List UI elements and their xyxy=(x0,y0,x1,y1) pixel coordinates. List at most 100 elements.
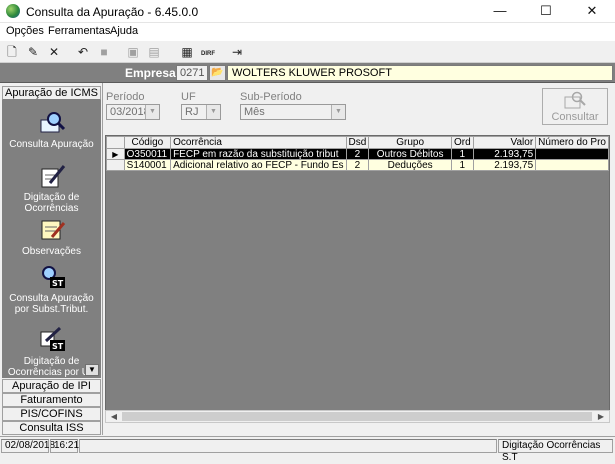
cell-ord[interactable]: 1 xyxy=(450,148,474,160)
cell-dsd[interactable]: 2 xyxy=(345,148,370,160)
sidebar-item-digitacao-ocorrencias[interactable]: Digitação de Ocorrências xyxy=(2,163,101,214)
row-indicator xyxy=(106,159,125,171)
minimize-button[interactable]: — xyxy=(477,0,523,23)
menu-opcoes[interactable]: Opções xyxy=(6,25,44,37)
column-numero-processo[interactable]: Número do Pro xyxy=(535,136,609,149)
status-message xyxy=(79,439,497,453)
magnifier-icon xyxy=(40,112,65,133)
menu-ajuda[interactable]: Ajuda xyxy=(110,25,138,37)
chevron-down-icon: ▼ xyxy=(331,105,345,119)
cell-valor[interactable]: 2.193,75 xyxy=(472,159,537,171)
dirf-icon[interactable]: DIRF xyxy=(199,43,217,61)
cell-ocorrencia[interactable]: Adicional relativo ao FECP - Fundo Es xyxy=(170,159,347,171)
sidebar-section-pis-cofins[interactable]: PIS/COFINS xyxy=(2,407,101,421)
toolbar: 🗋 ✎ ✕ ↶ ■ ▣ ▤ ▦ DIRF ⇥ xyxy=(0,41,615,63)
subperiodo-label: Sub-Período xyxy=(240,91,302,103)
cell-dsd[interactable]: 2 xyxy=(345,159,370,171)
consultar-magnifier-icon xyxy=(564,91,586,109)
cell-codigo[interactable]: O350011 xyxy=(123,148,172,160)
status-module: Digitação Ocorrências S.T xyxy=(498,439,613,463)
empresa-label: Empresa xyxy=(125,66,176,80)
close-button[interactable]: ✕ xyxy=(569,0,615,23)
consultar-label: Consultar xyxy=(551,111,599,123)
empresa-name-field: WOLTERS KLUWER PROSOFT xyxy=(227,65,613,81)
sidebar-item-label: Digitação de Ocorrências por UF xyxy=(7,356,96,378)
sidebar-item-label: Consulta Apuração por Subst.Tribut. xyxy=(9,293,94,315)
uf-select[interactable]: RJ ▼ xyxy=(181,104,221,120)
cell-ord[interactable]: 1 xyxy=(450,159,474,171)
sidebar-section-iss[interactable]: Consulta ISS xyxy=(2,421,101,435)
scroll-left-icon[interactable]: ◀ xyxy=(107,411,121,422)
column-codigo[interactable]: Código xyxy=(123,136,172,149)
st-magnifier-icon: ST xyxy=(41,266,65,288)
status-date: 02/08/2018 xyxy=(1,439,55,453)
chevron-down-icon: ▼ xyxy=(206,105,220,119)
table-row[interactable]: S140001 Adicional relativo ao FECP - Fun… xyxy=(106,159,609,171)
cell-codigo[interactable]: S140001 xyxy=(123,159,172,171)
chevron-down-icon: ▼ xyxy=(145,105,159,119)
st-pen-icon: ST xyxy=(40,327,65,351)
svg-text:ST: ST xyxy=(52,279,64,288)
uf-value: RJ xyxy=(185,106,199,118)
table-header: Código Ocorrência Dsd Grupo Ord Valor Nú… xyxy=(106,136,609,149)
table-row[interactable]: ▶ O350011 FECP em razão da substituição … xyxy=(106,148,609,160)
sidebar: Apuração de ICMS Consulta Apuração Digit… xyxy=(0,83,103,435)
sidebar-item-label: Digitação de Ocorrências xyxy=(23,192,80,214)
sidebar-item-observacoes[interactable]: Observações xyxy=(2,217,101,257)
horizontal-scrollbar[interactable]: ◀ ▶ xyxy=(105,410,610,423)
cell-ocorrencia[interactable]: FECP em razão da substituição tribut xyxy=(170,148,347,160)
export-icon[interactable]: ▤ xyxy=(145,43,163,61)
scroll-thumb[interactable] xyxy=(122,412,592,421)
sidebar-scroll-down-icon[interactable]: ▼ xyxy=(85,364,99,376)
sidebar-item-consulta-apuracao[interactable]: Consulta Apuração xyxy=(2,110,101,150)
status-bar: 02/08/2018 16:21 Digitação Ocorrências S… xyxy=(0,436,615,463)
undo-icon[interactable]: ↶ xyxy=(74,43,92,61)
window-title: Consulta da Apuração - 6.45.0.0 xyxy=(26,5,199,19)
edit-icon[interactable]: ✎ xyxy=(24,43,42,61)
menu-ferramentas[interactable]: Ferramentas xyxy=(48,25,110,37)
sidebar-section-ipi[interactable]: Apuração de IPI xyxy=(2,379,101,393)
cell-grupo[interactable]: Deduções xyxy=(368,159,452,171)
empresa-bar: Empresa 0271 📂 WOLTERS KLUWER PROSOFT xyxy=(0,63,615,83)
empresa-code-field[interactable]: 0271 xyxy=(176,65,208,81)
status-time: 16:21 xyxy=(50,439,79,453)
subperiodo-value: Mês xyxy=(244,106,265,118)
periodo-value: 03/2018 xyxy=(110,106,150,118)
maximize-button[interactable]: ☐ xyxy=(523,0,569,23)
title-bar: Consulta da Apuração - 6.45.0.0 — ☐ ✕ xyxy=(0,0,615,23)
folder-open-icon[interactable]: 📂 xyxy=(209,65,226,81)
results-grid[interactable]: Código Ocorrência Dsd Grupo Ord Valor Nú… xyxy=(105,135,610,423)
print-icon[interactable]: ▣ xyxy=(124,43,142,61)
consultar-button[interactable]: Consultar xyxy=(542,88,608,125)
sidebar-item-consulta-st[interactable]: ST Consulta Apuração por Subst.Tribut. xyxy=(2,264,101,315)
new-icon[interactable]: 🗋 xyxy=(3,43,21,61)
cell-valor[interactable]: 2.193,75 xyxy=(472,148,537,160)
subperiodo-select[interactable]: Mês ▼ xyxy=(240,104,346,120)
sidebar-item-label: Observações xyxy=(22,246,81,257)
cell-numero-processo[interactable] xyxy=(535,148,609,160)
cell-numero-processo[interactable] xyxy=(535,159,609,171)
column-dsd[interactable]: Dsd xyxy=(345,136,370,149)
pen-paper-icon xyxy=(41,165,65,188)
periodo-select[interactable]: 03/2018 ▼ xyxy=(106,104,160,120)
scroll-right-icon[interactable]: ▶ xyxy=(594,411,608,422)
delete-icon[interactable]: ✕ xyxy=(45,43,63,61)
uf-label: UF xyxy=(181,91,196,103)
column-valor[interactable]: Valor xyxy=(472,136,537,149)
header-indicator xyxy=(106,136,125,149)
sidebar-panel: Consulta Apuração Digitação de Ocorrênci… xyxy=(2,100,101,378)
column-ocorrencia[interactable]: Ocorrência xyxy=(170,136,347,149)
app-icon xyxy=(6,4,20,18)
sidebar-item-label: Consulta Apuração xyxy=(9,139,94,150)
svg-text:ST: ST xyxy=(52,342,64,351)
sidebar-section-icms[interactable]: Apuração de ICMS xyxy=(2,86,101,100)
sidebar-section-faturamento[interactable]: Faturamento xyxy=(2,393,101,407)
exit-icon[interactable]: ⇥ xyxy=(228,43,246,61)
report-icon[interactable]: ▦ xyxy=(178,43,196,61)
column-ord[interactable]: Ord xyxy=(450,136,474,149)
notes-icon xyxy=(41,220,65,240)
stop-icon[interactable]: ■ xyxy=(95,43,113,61)
cell-grupo[interactable]: Outros Débitos xyxy=(368,148,452,160)
column-grupo[interactable]: Grupo xyxy=(368,136,452,149)
periodo-label: Período xyxy=(106,91,145,103)
